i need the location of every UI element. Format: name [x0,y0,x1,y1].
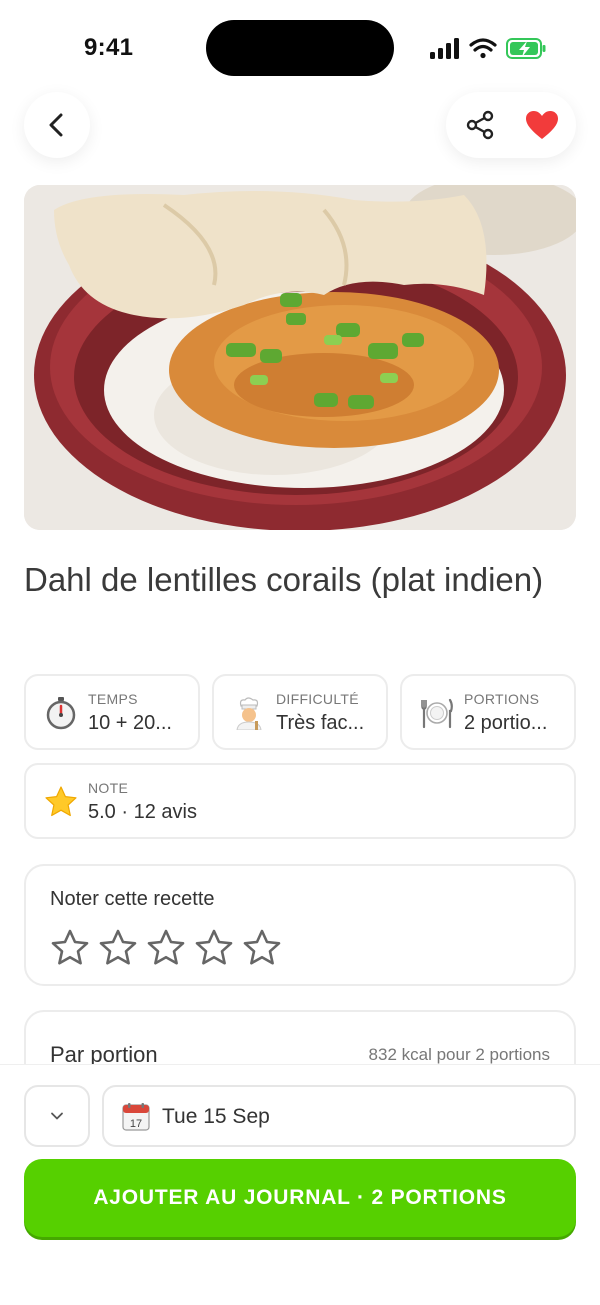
note-value: 5.0 · 12 avis [88,801,197,823]
rating-star-1[interactable] [50,928,90,968]
recipe-title: Dahl de lentilles corails (plat indien) [24,561,544,598]
date-selector[interactable]: 17 Tue 15 Sep [102,1085,576,1147]
rating-star-2[interactable] [98,928,138,968]
star-icon [44,785,78,819]
chevron-left-icon [49,113,63,137]
note-card: NOTE 5.0 · 12 avis [24,763,576,839]
favorite-button[interactable] [524,107,560,143]
heart-icon [526,111,558,139]
add-to-journal-label: AJOUTER AU JOURNAL · 2 PORTIONS [93,1186,507,1209]
per-portion-kcal: 832 kcal pour 2 portions [368,1045,550,1064]
status-icons [428,36,550,62]
recipe-photo [24,185,576,530]
signal-icon [430,38,459,59]
status-bar: 9:41 [0,0,600,96]
rating-stars [50,928,282,968]
bottom-sheet: 17 Tue 15 Sep AJOUTER AU JOURNAL · 2 POR… [0,1064,600,1305]
info-card-portions: PORTIONS 2 portio... [400,674,576,750]
info-value: 2 portio... [464,712,548,734]
rating-star-4[interactable] [194,928,234,968]
meal-dropdown-button[interactable] [24,1085,90,1147]
info-label: TEMPS [88,691,138,707]
info-card-difficulty: DIFFICULTÉ Très fac... [212,674,388,750]
cook-icon [232,696,266,730]
svg-text:17: 17 [130,1118,142,1130]
info-card-time: TEMPS 10 + 20... [24,674,200,750]
info-label: PORTIONS [464,691,540,707]
rating-star-5[interactable] [242,928,282,968]
calendar-icon: 17 [122,1103,150,1131]
add-to-journal-button[interactable]: AJOUTER AU JOURNAL · 2 PORTIONS [24,1159,576,1237]
note-label: NOTE [88,780,129,796]
chevron-down-icon [51,1112,63,1120]
battery-charging-icon [506,38,546,59]
rate-recipe-card: Noter cette recette [24,864,576,986]
back-button[interactable] [24,92,90,158]
stopwatch-icon [44,696,78,730]
info-label: DIFFICULTÉ [276,691,359,707]
plate-cutlery-icon [420,696,454,730]
action-pill [446,92,576,158]
dynamic-island [206,20,394,76]
rating-star-3[interactable] [146,928,186,968]
info-value: 10 + 20... [88,712,172,734]
status-time: 9:41 [84,34,134,61]
rate-recipe-title: Noter cette recette [50,888,215,910]
date-text: Tue 15 Sep [162,1105,270,1128]
share-icon [466,110,494,140]
wifi-icon [469,38,497,59]
info-value: Très fac... [276,712,365,734]
share-button[interactable] [462,107,498,143]
